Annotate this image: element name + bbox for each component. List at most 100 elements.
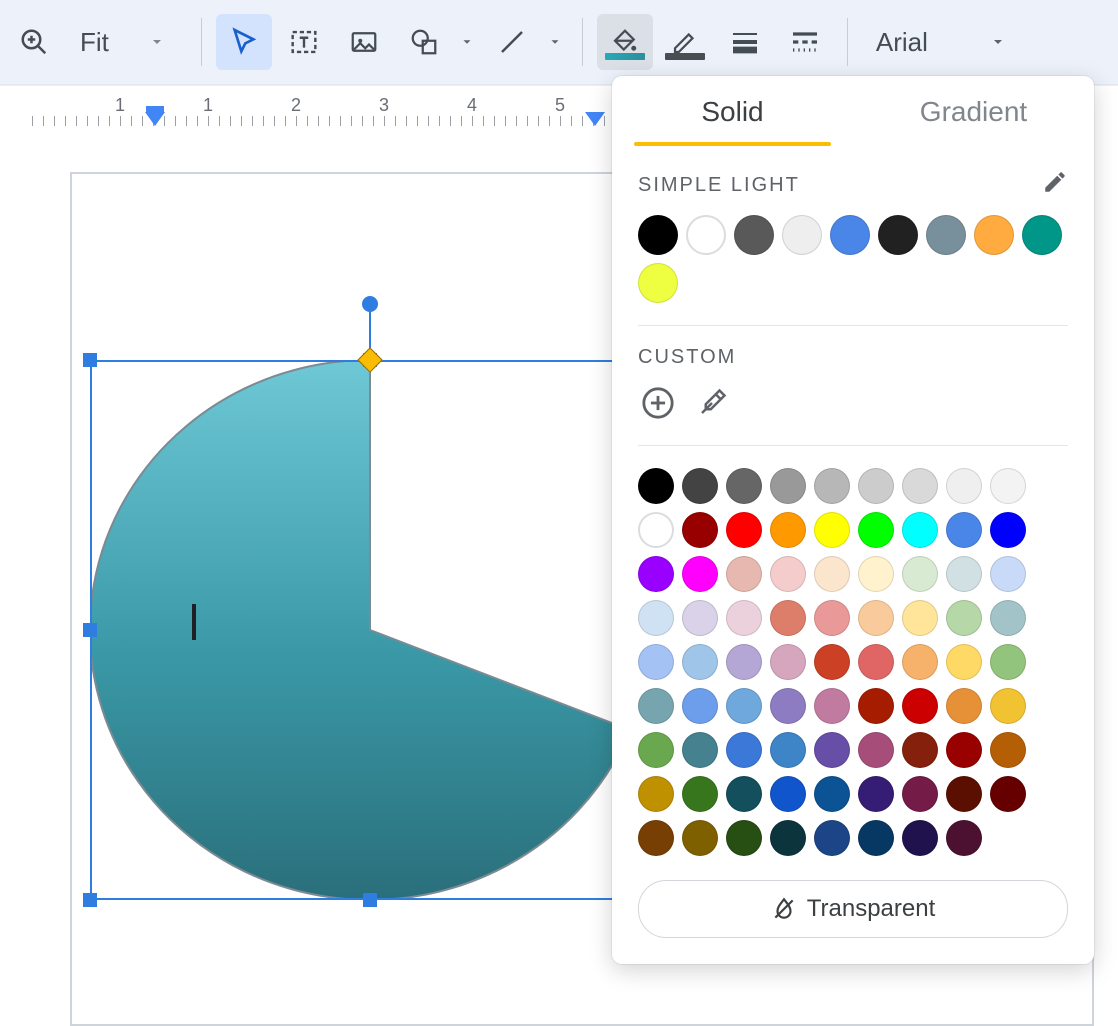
- fill-color-button[interactable]: [597, 14, 653, 70]
- color-swatch[interactable]: [946, 732, 982, 768]
- color-swatch[interactable]: [990, 600, 1026, 636]
- color-swatch[interactable]: [946, 468, 982, 504]
- color-swatch[interactable]: [902, 732, 938, 768]
- border-dash-button[interactable]: [777, 14, 833, 70]
- color-swatch[interactable]: [638, 688, 674, 724]
- color-swatch[interactable]: [990, 688, 1026, 724]
- color-swatch[interactable]: [858, 776, 894, 812]
- selection-handle-bm[interactable]: [363, 893, 377, 907]
- theme-swatch[interactable]: [638, 215, 678, 255]
- selection-handle-ml[interactable]: [83, 623, 97, 637]
- color-swatch[interactable]: [682, 644, 718, 680]
- select-tool[interactable]: [216, 14, 272, 70]
- color-swatch[interactable]: [814, 468, 850, 504]
- color-swatch[interactable]: [638, 732, 674, 768]
- edit-theme-icon[interactable]: [1042, 169, 1068, 201]
- color-swatch[interactable]: [946, 820, 982, 856]
- color-swatch[interactable]: [638, 556, 674, 592]
- selection-handle-tl[interactable]: [83, 353, 97, 367]
- color-swatch[interactable]: [902, 688, 938, 724]
- indent-marker[interactable]: [145, 112, 165, 126]
- color-swatch[interactable]: [638, 512, 674, 548]
- theme-swatch[interactable]: [782, 215, 822, 255]
- color-swatch[interactable]: [814, 600, 850, 636]
- border-weight-button[interactable]: [717, 14, 773, 70]
- color-swatch[interactable]: [858, 688, 894, 724]
- selection-handle-bl[interactable]: [83, 893, 97, 907]
- rotate-handle[interactable]: [362, 296, 378, 312]
- zoom-icon[interactable]: [6, 14, 62, 70]
- theme-swatch[interactable]: [926, 215, 966, 255]
- color-swatch[interactable]: [990, 512, 1026, 548]
- zoom-select[interactable]: Fit: [66, 14, 179, 70]
- color-swatch[interactable]: [726, 644, 762, 680]
- color-swatch[interactable]: [682, 776, 718, 812]
- color-swatch[interactable]: [990, 556, 1026, 592]
- color-swatch[interactable]: [902, 468, 938, 504]
- color-swatch[interactable]: [726, 732, 762, 768]
- color-swatch[interactable]: [902, 776, 938, 812]
- color-swatch[interactable]: [858, 600, 894, 636]
- color-swatch[interactable]: [814, 644, 850, 680]
- color-swatch[interactable]: [682, 688, 718, 724]
- color-swatch[interactable]: [682, 820, 718, 856]
- theme-swatch[interactable]: [734, 215, 774, 255]
- indent-marker[interactable]: [585, 112, 605, 126]
- color-swatch[interactable]: [726, 600, 762, 636]
- color-swatch[interactable]: [858, 556, 894, 592]
- shape-tool[interactable]: [396, 14, 452, 70]
- color-swatch[interactable]: [770, 644, 806, 680]
- color-swatch[interactable]: [946, 644, 982, 680]
- font-family-select[interactable]: Arial: [862, 14, 1020, 70]
- color-swatch[interactable]: [902, 556, 938, 592]
- color-swatch[interactable]: [814, 776, 850, 812]
- color-swatch[interactable]: [638, 468, 674, 504]
- theme-swatch[interactable]: [1022, 215, 1062, 255]
- color-swatch[interactable]: [726, 468, 762, 504]
- color-swatch[interactable]: [682, 468, 718, 504]
- color-swatch[interactable]: [946, 556, 982, 592]
- color-swatch[interactable]: [858, 468, 894, 504]
- add-custom-color-button[interactable]: [638, 383, 678, 423]
- color-swatch[interactable]: [638, 820, 674, 856]
- color-swatch[interactable]: [726, 688, 762, 724]
- color-swatch[interactable]: [770, 776, 806, 812]
- color-swatch[interactable]: [638, 600, 674, 636]
- color-swatch[interactable]: [770, 820, 806, 856]
- color-swatch[interactable]: [682, 600, 718, 636]
- color-swatch[interactable]: [682, 732, 718, 768]
- tab-gradient[interactable]: Gradient: [853, 96, 1094, 146]
- color-swatch[interactable]: [858, 820, 894, 856]
- theme-swatch[interactable]: [638, 263, 678, 303]
- color-swatch[interactable]: [990, 732, 1026, 768]
- color-swatch[interactable]: [946, 688, 982, 724]
- color-swatch[interactable]: [770, 600, 806, 636]
- color-swatch[interactable]: [638, 644, 674, 680]
- color-swatch[interactable]: [770, 512, 806, 548]
- color-swatch[interactable]: [726, 820, 762, 856]
- shape-tool-dropdown[interactable]: [454, 14, 480, 70]
- line-tool[interactable]: [484, 14, 540, 70]
- color-swatch[interactable]: [682, 556, 718, 592]
- color-swatch[interactable]: [990, 776, 1026, 812]
- color-swatch[interactable]: [946, 512, 982, 548]
- color-swatch[interactable]: [990, 644, 1026, 680]
- textbox-tool[interactable]: [276, 14, 332, 70]
- theme-swatch[interactable]: [974, 215, 1014, 255]
- color-swatch[interactable]: [726, 512, 762, 548]
- color-swatch[interactable]: [858, 644, 894, 680]
- color-swatch[interactable]: [726, 556, 762, 592]
- color-swatch[interactable]: [770, 468, 806, 504]
- border-color-button[interactable]: [657, 14, 713, 70]
- color-swatch[interactable]: [638, 776, 674, 812]
- color-swatch[interactable]: [814, 688, 850, 724]
- transparent-button[interactable]: Transparent: [638, 880, 1068, 938]
- color-swatch[interactable]: [770, 688, 806, 724]
- theme-swatch[interactable]: [686, 215, 726, 255]
- color-swatch[interactable]: [726, 776, 762, 812]
- color-swatch[interactable]: [902, 644, 938, 680]
- theme-swatch[interactable]: [830, 215, 870, 255]
- image-tool[interactable]: [336, 14, 392, 70]
- tab-solid[interactable]: Solid: [612, 96, 853, 146]
- color-swatch[interactable]: [902, 600, 938, 636]
